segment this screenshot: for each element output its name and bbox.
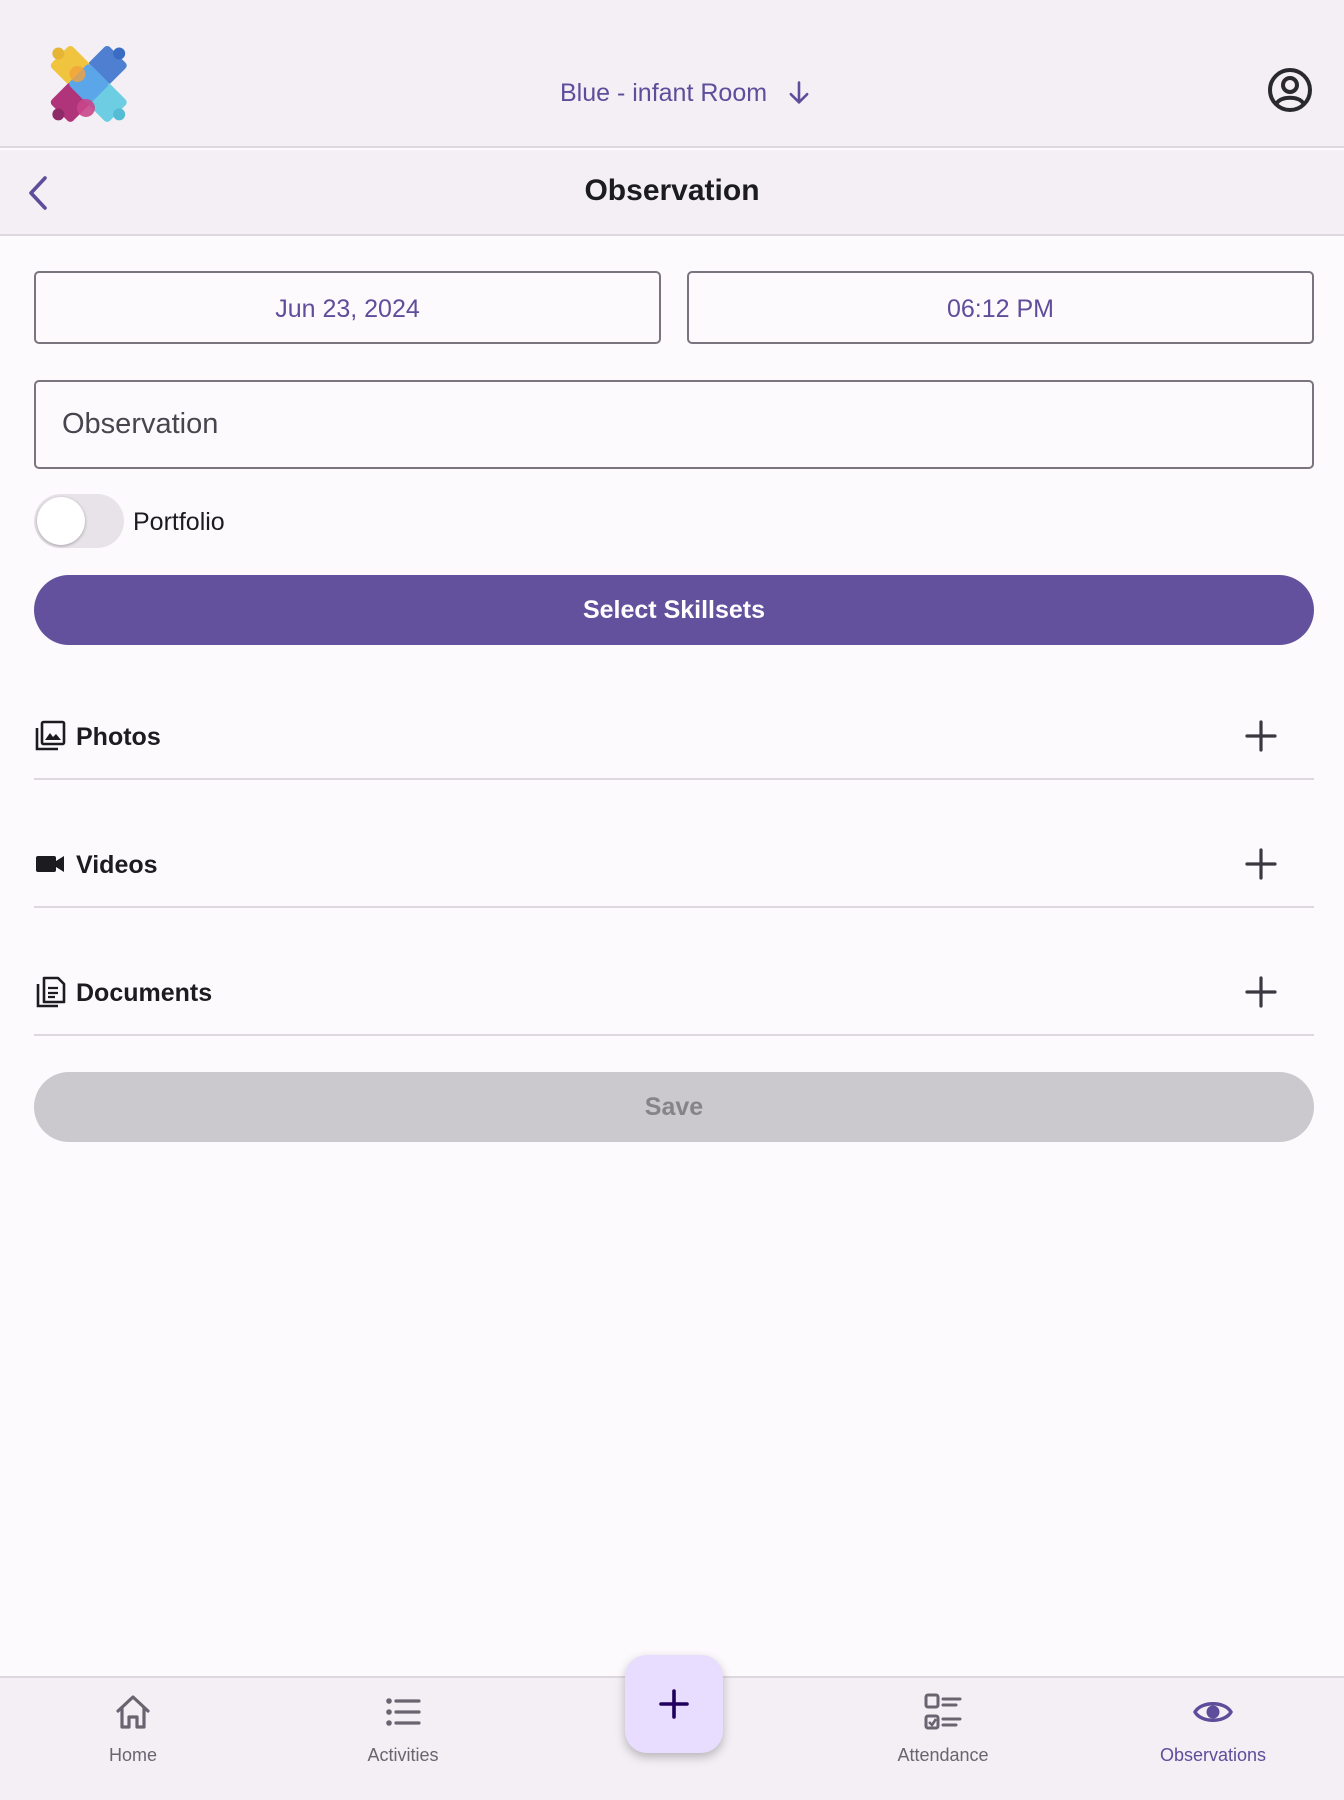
photo-library-icon — [35, 720, 66, 751]
checklist-icon — [924, 1693, 962, 1730]
title-bar: Observation — [0, 150, 1344, 236]
arrow-down-icon — [789, 81, 809, 104]
account-circle-icon[interactable] — [1266, 66, 1314, 114]
nav-observations-label: Observations — [1159, 1745, 1267, 1765]
select-skillsets-button[interactable]: Select Skillsets — [34, 575, 1314, 645]
time-field[interactable]: 06:12 PM — [687, 271, 1314, 344]
documents-label: Documents — [76, 979, 213, 1007]
nav-observations[interactable]: Observations — [1123, 1678, 1303, 1800]
home-icon — [116, 1695, 150, 1729]
documents-row: Documents — [34, 908, 1314, 1036]
nav-activities-label: Activities — [367, 1745, 439, 1765]
nav-home-label: Home — [108, 1745, 157, 1765]
toggle-knob — [37, 497, 85, 545]
observation-input[interactable] — [62, 404, 1262, 444]
list-icon — [386, 1698, 421, 1726]
document-icon — [36, 976, 66, 1008]
photos-row: Photos — [34, 652, 1314, 780]
date-field[interactable]: Jun 23, 2024 — [34, 271, 661, 344]
add-fab-button[interactable] — [625, 1655, 723, 1753]
eye-icon — [1193, 1702, 1233, 1722]
puzzle-logo — [50, 45, 127, 122]
videocam-icon — [36, 856, 64, 872]
portfolio-label: Portfolio — [133, 508, 225, 536]
room-selector-label: Blue - infant Room — [560, 78, 768, 107]
date-value: Jun 23, 2024 — [275, 295, 420, 323]
videos-label: Videos — [76, 851, 158, 879]
nav-attendance[interactable]: Attendance — [853, 1678, 1033, 1800]
photos-label: Photos — [76, 723, 161, 751]
save-button[interactable]: Save — [34, 1072, 1314, 1142]
page-title: Observation — [584, 174, 760, 207]
add-document-plus-icon[interactable] — [1242, 973, 1280, 1011]
room-selector[interactable]: Blue - infant Room — [560, 70, 813, 116]
time-value: 06:12 PM — [946, 295, 1054, 323]
plus-icon — [659, 1689, 689, 1719]
add-photo-plus-icon[interactable] — [1242, 717, 1280, 755]
portfolio-toggle[interactable] — [34, 494, 124, 548]
add-video-plus-icon[interactable] — [1242, 845, 1280, 883]
nav-activities[interactable]: Activities — [313, 1678, 493, 1800]
app-header: Blue - infant Room — [0, 0, 1344, 148]
nav-attendance-label: Attendance — [897, 1745, 989, 1765]
videos-row: Videos — [34, 780, 1314, 908]
nav-home[interactable]: Home — [43, 1678, 223, 1800]
observation-field — [34, 380, 1314, 469]
